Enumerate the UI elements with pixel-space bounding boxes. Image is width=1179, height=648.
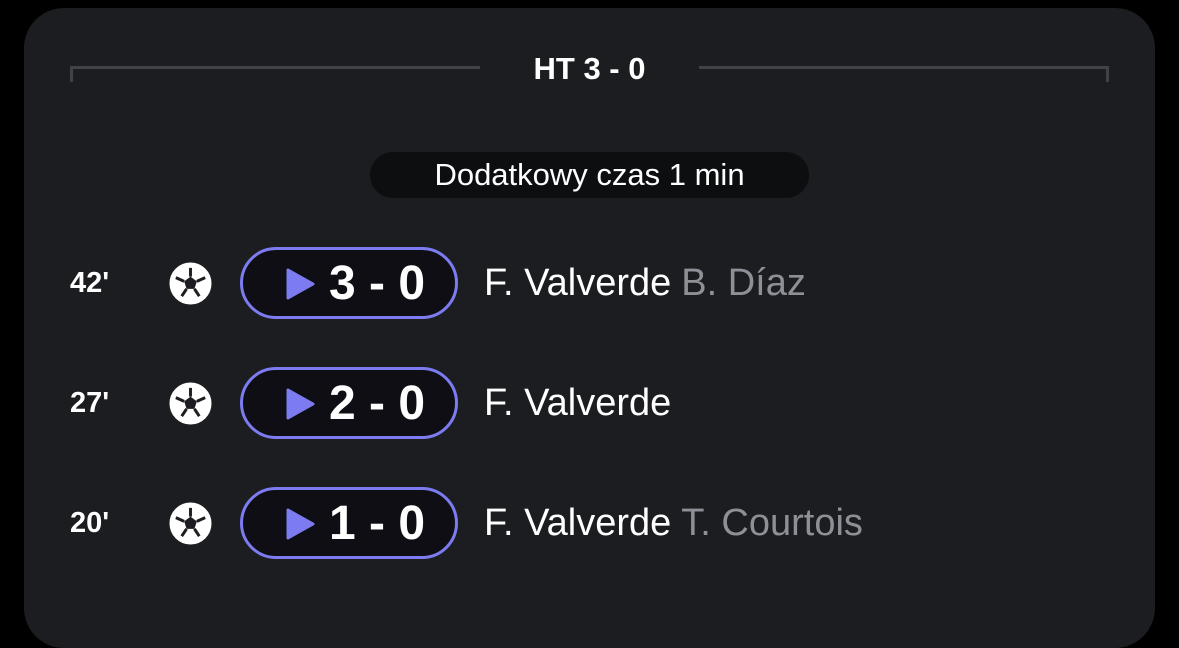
goal-score: 3 - 0 <box>329 257 426 310</box>
goal-score: 2 - 0 <box>329 377 426 430</box>
half-time-divider-left <box>70 66 480 82</box>
play-icon <box>286 388 315 420</box>
scorer-name[interactable]: F. Valverde <box>484 262 671 304</box>
goal-score: 1 - 0 <box>329 497 426 550</box>
event-players: F. Valverde T. Courtois <box>484 487 863 559</box>
half-time-score: HT 3 - 0 <box>533 51 646 86</box>
football-icon <box>169 502 212 545</box>
goal-video-button[interactable]: 2 - 0 <box>240 367 458 439</box>
football-icon <box>169 382 212 425</box>
scorer-name[interactable]: F. Valverde <box>484 502 671 544</box>
assist-name[interactable]: B. Díaz <box>681 262 806 304</box>
added-time-badge: Dodatkowy czas 1 min <box>370 152 809 198</box>
play-icon <box>286 508 315 540</box>
event-minute: 20' <box>70 507 110 539</box>
event-players: F. Valverde <box>484 367 671 439</box>
scorer-name[interactable]: F. Valverde <box>484 382 671 424</box>
goal-event-row: 42' 3 - 0 F. Valverde B. Díaz <box>0 247 1179 319</box>
play-icon <box>286 268 315 300</box>
event-players: F. Valverde B. Díaz <box>484 247 806 319</box>
event-minute: 42' <box>70 267 110 299</box>
football-icon <box>169 262 212 305</box>
goal-video-button[interactable]: 1 - 0 <box>240 487 458 559</box>
event-minute: 27' <box>70 387 110 419</box>
goal-event-row: 20' 1 - 0 F. Valverde T. Courtois <box>0 487 1179 559</box>
assist-name[interactable]: T. Courtois <box>681 502 863 544</box>
goal-event-row: 27' 2 - 0 F. Valverde <box>0 367 1179 439</box>
half-time-divider-right <box>699 66 1109 82</box>
goal-video-button[interactable]: 3 - 0 <box>240 247 458 319</box>
